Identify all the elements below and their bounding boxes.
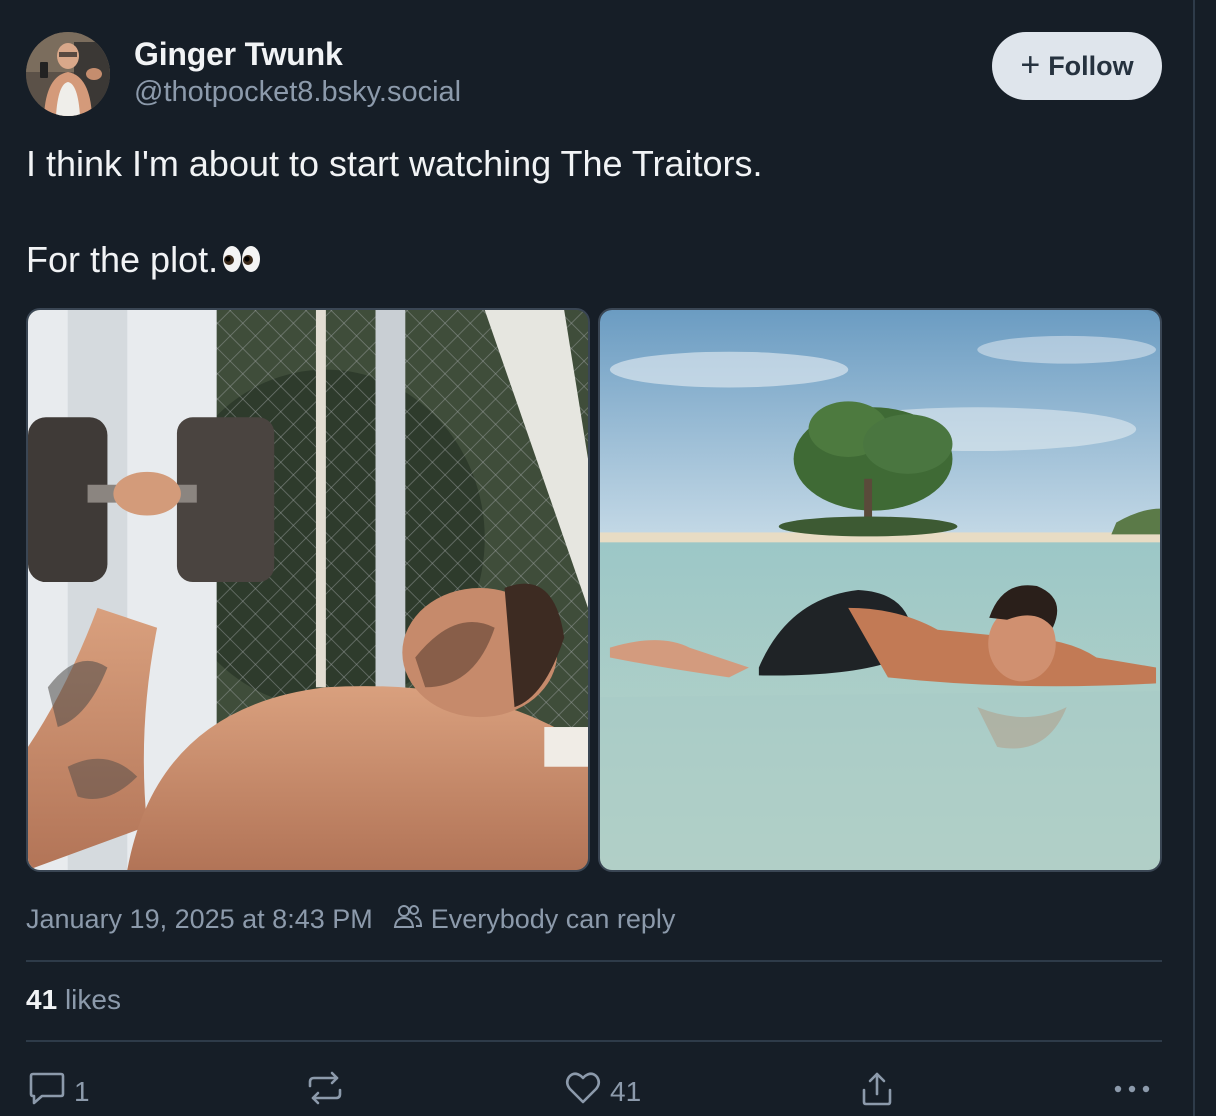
follow-button[interactable]: + Follow [992, 32, 1162, 100]
post-images [26, 308, 1162, 872]
follow-label: Follow [1048, 50, 1134, 81]
likes-summary[interactable]: 41 likes [26, 984, 121, 1016]
share-icon [858, 1070, 896, 1115]
photo-man-lying-in-shallow-water-icon [600, 310, 1160, 870]
photo-man-lifting-dumbbell-icon [28, 310, 588, 870]
reply-count: 1 [74, 1075, 90, 1107]
post-timestamp[interactable]: January 19, 2025 at 8:43 PM [26, 904, 373, 935]
repost-icon [306, 1070, 344, 1113]
plus-icon: + [1020, 45, 1041, 84]
post-header: Ginger Twunk @thotpocket8.bsky.social + … [26, 30, 1162, 118]
post-thread-page: Ginger Twunk @thotpocket8.bsky.social + … [0, 0, 1216, 1116]
likes-label: likes [64, 984, 121, 1015]
post-image-1[interactable] [26, 308, 590, 872]
author-info: Ginger Twunk @thotpocket8.bsky.social [134, 36, 461, 112]
share-button[interactable] [858, 1070, 896, 1115]
avatar[interactable] [26, 32, 110, 116]
post-actions: 1 41 [26, 1070, 1162, 1114]
heart-icon [564, 1070, 602, 1113]
divider-top [26, 960, 1162, 962]
author-display-name[interactable]: Ginger Twunk [134, 36, 461, 72]
more-options-button[interactable] [1112, 1070, 1152, 1102]
column-border [1193, 0, 1195, 1116]
post: Ginger Twunk @thotpocket8.bsky.social + … [26, 30, 1162, 1107]
divider-bottom [26, 1040, 1162, 1042]
reply-setting-label: Everybody can reply [430, 904, 676, 934]
post-image-2[interactable] [598, 308, 1162, 872]
post-meta: January 19, 2025 at 8:43 PM Everybody ca… [26, 902, 675, 937]
people-icon [393, 902, 423, 937]
post-text: I think I'm about to start watching The … [26, 140, 1162, 286]
like-count: 41 [610, 1075, 642, 1107]
reply-button[interactable]: 1 [28, 1070, 90, 1113]
like-button[interactable]: 41 [564, 1070, 641, 1113]
post-text-line-1: I think I'm about to start watching The … [26, 143, 763, 184]
speech-bubble-icon [28, 1070, 66, 1113]
repost-button[interactable] [306, 1070, 352, 1113]
more-dots-icon [1112, 1070, 1152, 1102]
post-text-line-2: For the plot. [26, 239, 219, 280]
eyes-emoji-icon [222, 238, 262, 286]
reply-setting: Everybody can reply [393, 902, 676, 937]
post-text-line-2-wrap: For the plot. [26, 236, 1162, 286]
author-handle[interactable]: @thotpocket8.bsky.social [134, 72, 461, 112]
likes-count: 41 [26, 984, 58, 1015]
